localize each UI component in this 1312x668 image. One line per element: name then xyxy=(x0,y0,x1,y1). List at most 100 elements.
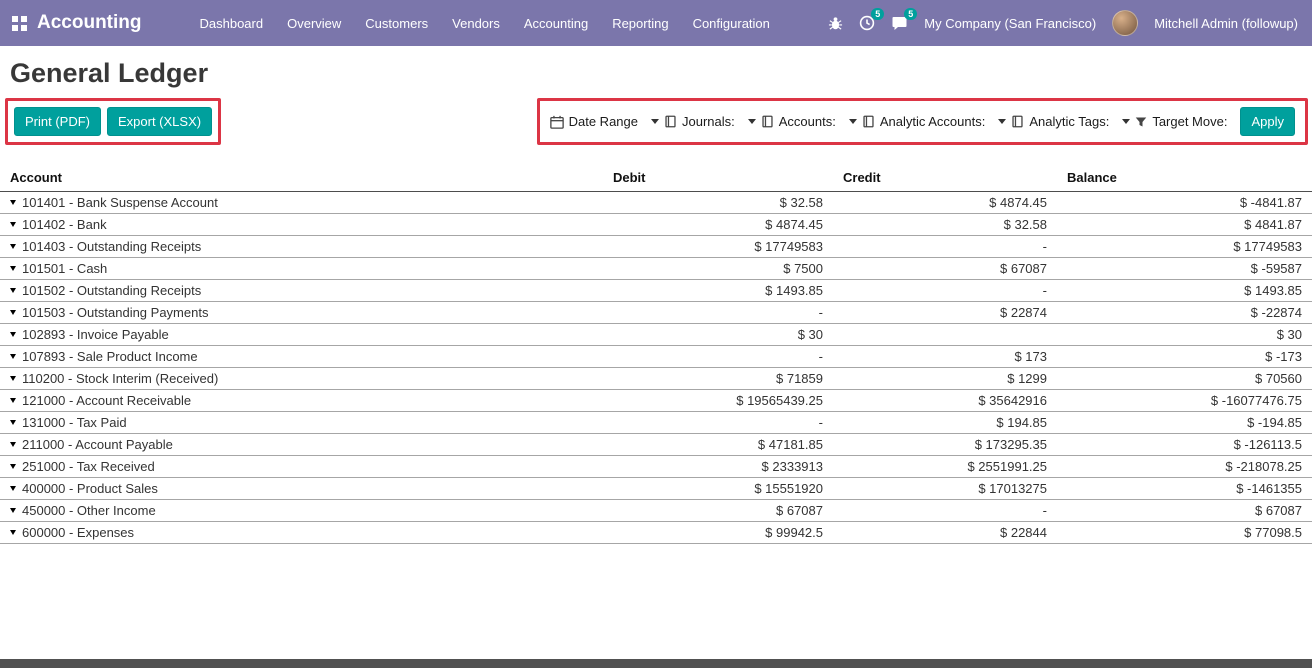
expand-caret-icon[interactable] xyxy=(10,354,16,359)
expand-caret-icon[interactable] xyxy=(10,288,16,293)
debit-cell: $ 30 xyxy=(603,324,833,346)
balance-cell: $ -22874 xyxy=(1057,302,1312,324)
chevron-down-icon xyxy=(998,119,1006,124)
balance-cell: $ 1493.85 xyxy=(1057,280,1312,302)
debug-bug-icon[interactable] xyxy=(828,16,843,31)
user-menu[interactable]: Mitchell Admin (followup) xyxy=(1154,16,1298,31)
apps-menu-icon[interactable] xyxy=(12,16,27,31)
nav-item-reporting[interactable]: Reporting xyxy=(600,0,680,46)
expand-caret-icon[interactable] xyxy=(10,486,16,491)
expand-caret-icon[interactable] xyxy=(10,398,16,403)
page-title: General Ledger xyxy=(10,58,1302,89)
account-cell[interactable]: 101402 - Bank xyxy=(0,214,603,236)
account-label: 101503 - Outstanding Payments xyxy=(22,305,208,320)
export-xlsx-button[interactable]: Export (XLSX) xyxy=(107,107,212,136)
date-range-filter[interactable]: Date Range xyxy=(550,114,638,129)
account-cell[interactable]: 107893 - Sale Product Income xyxy=(0,346,603,368)
expand-caret-icon[interactable] xyxy=(10,222,16,227)
analytic-accounts-filter[interactable]: Analytic Accounts: xyxy=(849,114,986,129)
credit-cell: $ 22844 xyxy=(833,522,1057,544)
balance-cell: $ 30 xyxy=(1057,324,1312,346)
messages-icon[interactable]: 5 xyxy=(891,15,908,31)
table-header-row: Account Debit Credit Balance xyxy=(0,166,1312,192)
nav-item-customers[interactable]: Customers xyxy=(353,0,440,46)
app-brand[interactable]: Accounting xyxy=(37,12,142,34)
account-cell[interactable]: 101403 - Outstanding Receipts xyxy=(0,236,603,258)
messages-badge: 5 xyxy=(904,8,917,20)
expand-caret-icon[interactable] xyxy=(10,464,16,469)
analytic-accounts-book-icon xyxy=(862,115,875,128)
nav-item-configuration[interactable]: Configuration xyxy=(681,0,782,46)
expand-caret-icon[interactable] xyxy=(10,244,16,249)
activities-icon[interactable]: 5 xyxy=(859,15,875,31)
expand-caret-icon[interactable] xyxy=(10,420,16,425)
account-label: 131000 - Tax Paid xyxy=(22,415,127,430)
account-cell[interactable]: 450000 - Other Income xyxy=(0,500,603,522)
credit-cell: $ 22874 xyxy=(833,302,1057,324)
credit-cell xyxy=(833,324,1057,346)
debit-cell: - xyxy=(603,302,833,324)
account-label: 211000 - Account Payable xyxy=(22,437,173,452)
account-cell[interactable]: 131000 - Tax Paid xyxy=(0,412,603,434)
apply-button[interactable]: Apply xyxy=(1240,107,1295,136)
credit-cell: $ 2551991.25 xyxy=(833,456,1057,478)
nav-item-dashboard[interactable]: Dashboard xyxy=(188,0,276,46)
account-cell[interactable]: 102893 - Invoice Payable xyxy=(0,324,603,346)
header-debit: Debit xyxy=(603,166,833,192)
expand-caret-icon[interactable] xyxy=(10,530,16,535)
account-cell[interactable]: 211000 - Account Payable xyxy=(0,434,603,456)
analytic-tags-filter[interactable]: Analytic Tags: xyxy=(998,114,1109,129)
debit-cell: - xyxy=(603,346,833,368)
expand-caret-icon[interactable] xyxy=(10,508,16,513)
print-pdf-button[interactable]: Print (PDF) xyxy=(14,107,101,136)
table-row: 110200 - Stock Interim (Received)$ 71859… xyxy=(0,368,1312,390)
date-range-label: Date Range xyxy=(569,114,638,129)
expand-caret-icon[interactable] xyxy=(10,376,16,381)
balance-cell: $ 70560 xyxy=(1057,368,1312,390)
user-avatar[interactable] xyxy=(1112,10,1138,36)
company-switcher[interactable]: My Company (San Francisco) xyxy=(924,16,1096,31)
nav-item-accounting[interactable]: Accounting xyxy=(512,0,600,46)
table-row: 101402 - Bank$ 4874.45$ 32.58$ 4841.87 xyxy=(0,214,1312,236)
account-label: 102893 - Invoice Payable xyxy=(22,327,169,342)
target-move-filter[interactable]: Target Move: xyxy=(1122,114,1227,129)
target-move-label: Target Move: xyxy=(1152,114,1227,129)
account-label: 101403 - Outstanding Receipts xyxy=(22,239,201,254)
balance-cell: $ -16077476.75 xyxy=(1057,390,1312,412)
account-cell[interactable]: 101401 - Bank Suspense Account xyxy=(0,192,603,214)
expand-caret-icon[interactable] xyxy=(10,310,16,315)
expand-caret-icon[interactable] xyxy=(10,442,16,447)
balance-cell: $ -218078.25 xyxy=(1057,456,1312,478)
expand-caret-icon[interactable] xyxy=(10,266,16,271)
chevron-down-icon xyxy=(1122,119,1130,124)
balance-cell: $ -126113.5 xyxy=(1057,434,1312,456)
credit-cell: $ 32.58 xyxy=(833,214,1057,236)
account-label: 450000 - Other Income xyxy=(22,503,156,518)
analytic-accounts-label: Analytic Accounts: xyxy=(880,114,986,129)
account-cell[interactable]: 251000 - Tax Received xyxy=(0,456,603,478)
balance-cell: $ -4841.87 xyxy=(1057,192,1312,214)
expand-caret-icon[interactable] xyxy=(10,200,16,205)
account-label: 101502 - Outstanding Receipts xyxy=(22,283,201,298)
account-cell[interactable]: 101503 - Outstanding Payments xyxy=(0,302,603,324)
chevron-down-icon xyxy=(651,119,659,124)
nav-item-vendors[interactable]: Vendors xyxy=(440,0,512,46)
header-credit: Credit xyxy=(833,166,1057,192)
accounts-filter[interactable]: Accounts: xyxy=(748,114,836,129)
table-row: 211000 - Account Payable$ 47181.85$ 1732… xyxy=(0,434,1312,456)
journals-filter[interactable]: Journals: xyxy=(651,114,735,129)
credit-cell: $ 173295.35 xyxy=(833,434,1057,456)
table-row: 101501 - Cash$ 7500$ 67087$ -59587 xyxy=(0,258,1312,280)
nav-item-overview[interactable]: Overview xyxy=(275,0,353,46)
expand-caret-icon[interactable] xyxy=(10,332,16,337)
credit-cell: $ 173 xyxy=(833,346,1057,368)
account-cell[interactable]: 121000 - Account Receivable xyxy=(0,390,603,412)
account-cell[interactable]: 101502 - Outstanding Receipts xyxy=(0,280,603,302)
balance-cell: $ 17749583 xyxy=(1057,236,1312,258)
debit-cell: $ 15551920 xyxy=(603,478,833,500)
account-cell[interactable]: 400000 - Product Sales xyxy=(0,478,603,500)
ledger-table: Account Debit Credit Balance 101401 - Ba… xyxy=(0,166,1312,544)
account-cell[interactable]: 110200 - Stock Interim (Received) xyxy=(0,368,603,390)
account-cell[interactable]: 101501 - Cash xyxy=(0,258,603,280)
account-cell[interactable]: 600000 - Expenses xyxy=(0,522,603,544)
